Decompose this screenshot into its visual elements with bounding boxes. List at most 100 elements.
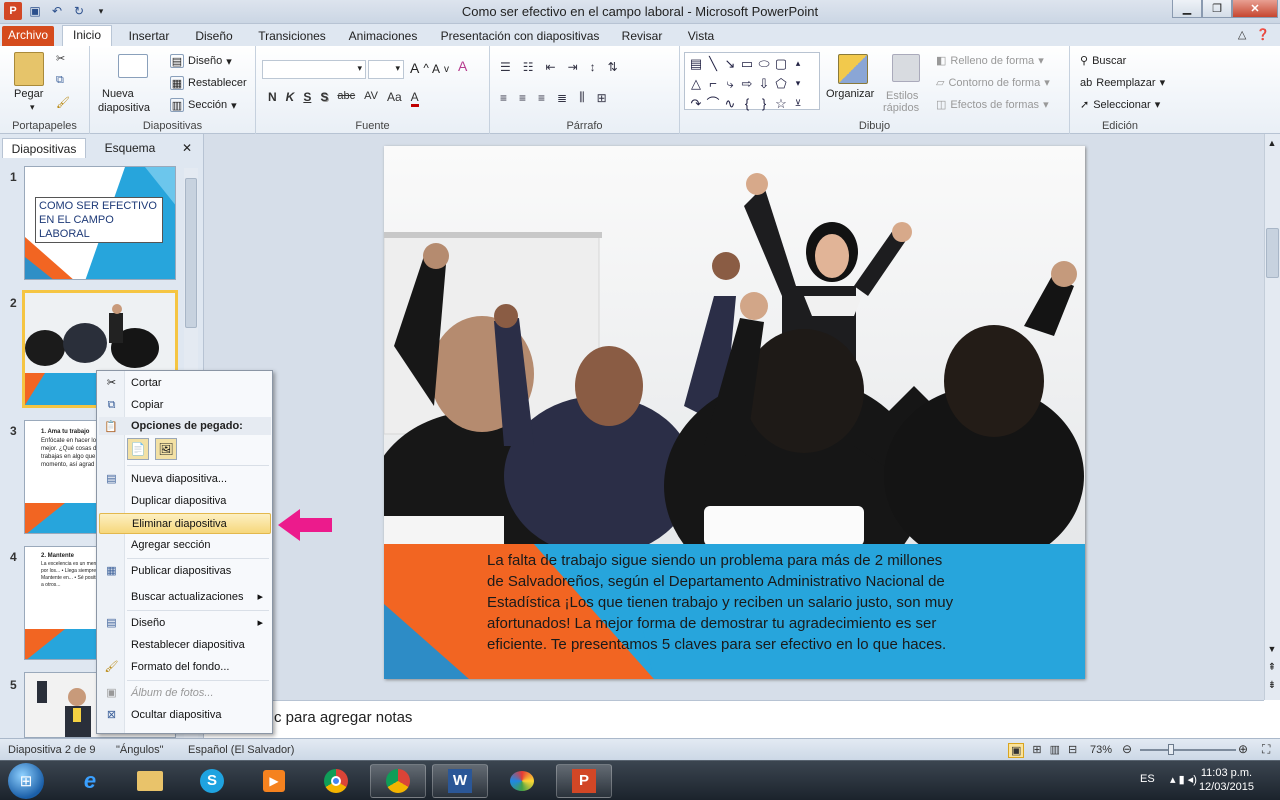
triangle-shape-icon[interactable]: △ [688,74,704,93]
slide-text-banner[interactable]: La falta de trabajo sigue siendo un prob… [384,544,1085,679]
align-right-icon[interactable]: ≡ [538,91,545,105]
menu-item-reset-slide[interactable]: Restablecer diapositiva [99,635,271,656]
format-painter-icon[interactable]: 🖌 [56,96,70,109]
pentagon-shape-icon[interactable]: ⬠ [773,74,789,93]
start-button-icon[interactable]: ⊞ [8,763,44,799]
shrink-font-button[interactable]: Av [432,62,449,76]
smartart-icon[interactable]: ⊞ [597,91,607,105]
zoom-slider-handle[interactable] [1168,744,1174,755]
increase-indent-icon[interactable]: ⇥ [568,60,578,74]
notes-pane[interactable]: c para agregar notas [204,700,1264,738]
tab-diseno[interactable]: Diseño [186,27,242,46]
replace-button[interactable]: ab Reemplazar ▾ [1080,76,1165,90]
clock[interactable]: 11:03 p.m. 12/03/2015 [1199,766,1254,794]
zoom-in-icon[interactable]: ⊕ [1238,742,1248,756]
cut-icon[interactable]: ✂ [56,52,65,65]
input-language[interactable]: ES [1140,773,1155,785]
rounded-rect-shape-icon[interactable]: ▢ [773,54,789,73]
char-spacing-button[interactable]: AV [364,90,378,107]
shape-effects-button[interactable]: ◫ Efectos de formas ▾ [936,98,1049,112]
quick-styles-label-2[interactable]: rápidos [883,102,919,114]
layout-button[interactable]: ▤ Diseño ▾ [170,54,232,68]
textbox-shape-icon[interactable]: ▤ [688,54,704,73]
shapes-gallery[interactable]: ▤ ╲ ↘ ▭ ⬭ ▢ ▴ △ ⌐ ⤷ ⇨ ⇩ ⬠ ▾ ↷ ⌒ ∿{} ☆ ⊻ [684,52,820,113]
find-button[interactable]: ⚲ Buscar [1080,54,1126,68]
tab-archivo[interactable]: Archivo [2,26,54,46]
zoom-out-icon[interactable]: ⊖ [1122,742,1132,756]
right-arrow-shape-icon[interactable]: ⇨ [739,74,755,93]
shadow-button[interactable]: S [320,90,328,107]
prev-slide-icon[interactable]: ⇞ [1265,662,1279,673]
text-direction-icon[interactable]: ⇅ [608,60,618,74]
reset-button[interactable]: ▦ Restablecer [170,76,247,90]
reading-view-icon[interactable]: ▥ [1050,743,1060,758]
more-shapes-icon[interactable]: ▴ [790,54,806,73]
help-icon[interactable]: ❓ [1256,28,1270,41]
decrease-indent-icon[interactable]: ⇤ [546,60,556,74]
scroll-shapes-icon[interactable]: ▾ [790,74,806,93]
select-button[interactable]: ➚ Seleccionar ▾ [1080,98,1160,112]
minimize-ribbon-icon[interactable]: △ [1238,28,1246,41]
panel-scroll-thumb[interactable] [185,178,197,328]
justify-icon[interactable]: ≣ [557,91,567,105]
columns-icon[interactable]: ⫼ [579,90,585,105]
grow-font-button[interactable]: A ^ [410,60,429,76]
arrange-button[interactable]: Organizar [826,88,874,100]
new-slide-label-2[interactable]: diapositiva [98,102,150,114]
underline-button[interactable]: S [303,90,311,107]
oval-shape-icon[interactable]: ⬭ [756,54,772,73]
section-button[interactable]: ▥ Sección ▾ [170,98,237,112]
menu-item-duplicate[interactable]: Duplicar diapositiva [99,491,271,512]
rectangle-shape-icon[interactable]: ▭ [739,54,755,73]
tab-presentacion[interactable]: Presentación con diapositivas [434,27,606,46]
next-slide-icon[interactable]: ⇟ [1265,680,1279,691]
scroll-down-icon[interactable]: ▼ [1265,644,1279,654]
curve-shape-icon[interactable]: ↷ [688,94,704,113]
status-language[interactable]: Español (El Salvador) [188,744,294,756]
menu-item-publish[interactable]: ▦ Publicar diapositivas [99,561,271,582]
tab-insertar[interactable]: Insertar [120,27,178,46]
elbow-shape-icon[interactable]: ⌐ [705,74,721,93]
zoom-slider[interactable] [1140,749,1236,751]
close-button[interactable]: ✕ [1232,0,1278,18]
tray-icons[interactable]: ▴ ▮ ◂) [1170,773,1197,786]
freeform-shape-icon[interactable]: ∿ [722,94,738,113]
slide-body-text[interactable]: La falta de trabajo sigue siendo un prob… [487,550,957,655]
scroll-up-icon[interactable]: ▲ [1265,138,1279,148]
slide-scroll-thumb[interactable] [1266,228,1279,278]
arrange-icon[interactable] [838,54,868,84]
brace-right-shape-icon[interactable]: } [756,94,772,113]
numbering-icon[interactable]: ☷ [523,60,534,74]
word-icon[interactable]: W [432,764,488,798]
menu-item-cut[interactable]: ✂ Cortar [99,373,271,394]
tab-transiciones[interactable]: Transiciones [252,27,332,46]
paint-icon[interactable] [494,764,550,798]
menu-item-hide-slide[interactable]: ⊠ Ocultar diapositiva [99,705,271,726]
menu-item-new-slide[interactable]: ▤ Nueva diapositiva... [99,469,271,490]
paste-button[interactable]: Pegar [14,88,43,100]
normal-view-icon[interactable]: ▣ [1008,743,1025,758]
slide-photo[interactable] [384,146,1085,544]
down-arrow-shape-icon[interactable]: ⇩ [756,74,772,93]
shape-outline-button[interactable]: ▱ Contorno de forma ▾ [936,76,1050,90]
shape-fill-button[interactable]: ◧ Relleno de forma ▾ [936,54,1044,68]
internet-explorer-icon[interactable]: e [62,764,118,798]
close-panel-icon[interactable]: ✕ [176,138,198,158]
font-color-icon[interactable]: A [410,90,419,107]
media-player-icon[interactable]: ▶ [246,764,302,798]
slideshow-view-icon[interactable]: ⊟ [1068,743,1077,758]
new-slide-label-1[interactable]: Nueva [102,88,134,100]
menu-item-layout[interactable]: ▤ Diseño ▸ [99,613,271,634]
menu-item-check-updates[interactable]: Buscar actualizaciones ▸ [99,587,271,608]
new-slide-icon[interactable] [118,54,148,78]
expand-gallery-icon[interactable]: ⊻ [790,94,806,113]
align-center-icon[interactable]: ≡ [519,91,526,105]
tab-animaciones[interactable]: Animaciones [342,27,424,46]
paste-icon[interactable] [14,52,44,86]
clear-format-icon[interactable]: A [458,58,467,74]
font-name-combo[interactable]: ▾ [262,60,366,79]
menu-item-delete-slide[interactable]: Eliminar diapositiva [99,513,271,534]
slide-scrollbar[interactable]: ▲ ▼ ⇞ ⇟ [1264,134,1280,700]
tab-outline-panel[interactable]: Esquema [88,138,172,158]
file-explorer-icon[interactable] [122,764,178,798]
